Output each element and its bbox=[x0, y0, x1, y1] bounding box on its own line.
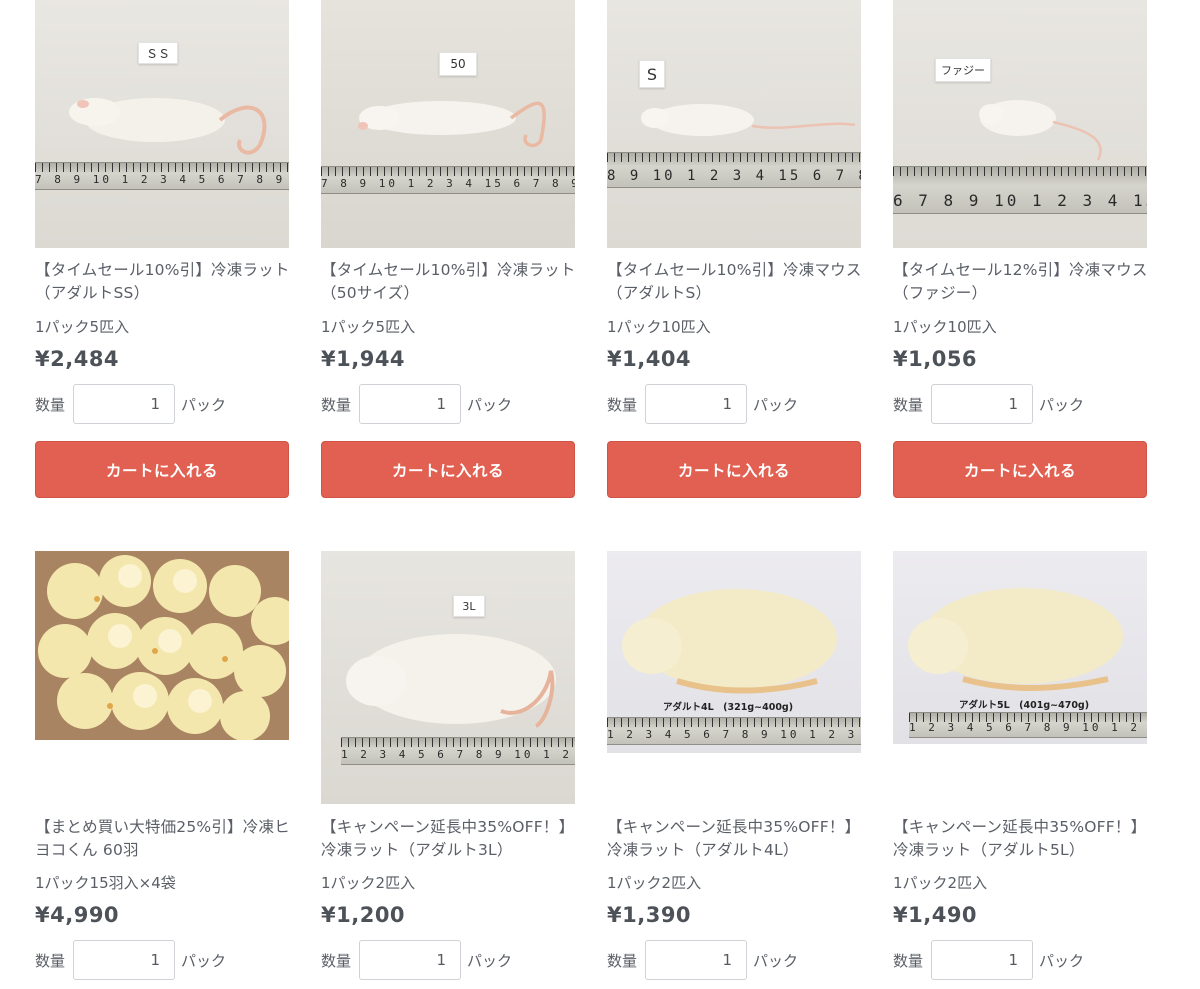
quantity-label: 数量 bbox=[893, 951, 924, 970]
quantity-unit: パック bbox=[467, 951, 513, 970]
quantity-label: 数量 bbox=[321, 395, 352, 414]
measuring-ruler: 7 8 9 10 1 2 3 4 5 6 7 8 9 20 1 2 3 4 25… bbox=[35, 162, 289, 190]
quantity-unit: パック bbox=[181, 951, 227, 970]
quantity-row: 数量 パック bbox=[35, 384, 295, 424]
quantity-unit: パック bbox=[1039, 951, 1085, 970]
quantity-unit: パック bbox=[753, 395, 799, 414]
rat-illustration bbox=[358, 101, 546, 148]
product-image[interactable]: 50 7 8 9 10 1 2 3 4 15 6 7 8 9 20 1 2 3 … bbox=[321, 0, 575, 248]
product-unit: 1パック15羽入×4袋 bbox=[35, 874, 176, 892]
product-title[interactable]: 【キャンペーン延長中35%OFF！】冷凍ラット（アダルト4L） bbox=[607, 816, 869, 862]
quantity-label: 数量 bbox=[35, 951, 66, 970]
product-card: 【まとめ買い大特価25%引】冷凍ヒヨコくん 60羽 1パック15羽入×4袋 ¥4… bbox=[35, 551, 290, 980]
product-price: ¥1,944 bbox=[321, 347, 406, 371]
product-price: ¥1,490 bbox=[893, 903, 978, 927]
product-price: ¥2,484 bbox=[35, 347, 120, 371]
product-card: S 8 9 10 1 2 3 4 15 6 7 8 9 20 1 2 3 4 【… bbox=[607, 0, 861, 498]
product-title[interactable]: 【タイムセール10%引】冷凍ラット（アダルトSS） bbox=[35, 259, 297, 305]
product-unit: 1パック10匹入 bbox=[893, 318, 997, 336]
add-to-cart-button[interactable]: カートに入れる bbox=[893, 441, 1147, 498]
quantity-unit: パック bbox=[753, 951, 799, 970]
quantity-label: 数量 bbox=[607, 951, 638, 970]
product-title[interactable]: 【キャンペーン延長中35%OFF！】冷凍ラット（アダルト3L） bbox=[321, 816, 583, 862]
quantity-unit: パック bbox=[1039, 395, 1085, 414]
product-price: ¥4,990 bbox=[35, 903, 120, 927]
product-image[interactable] bbox=[35, 551, 289, 740]
product-unit: 1パック2匹入 bbox=[321, 874, 416, 892]
quantity-label: 数量 bbox=[35, 395, 66, 414]
quantity-label: 数量 bbox=[893, 395, 924, 414]
product-price: ¥1,200 bbox=[321, 903, 406, 927]
product-title[interactable]: 【タイムセール10%引】冷凍ラット（50サイズ） bbox=[321, 259, 583, 305]
chicks-illustration bbox=[35, 551, 289, 740]
quantity-unit: パック bbox=[181, 395, 227, 414]
product-price: ¥1,390 bbox=[607, 903, 692, 927]
product-card: ＳＳ 7 8 9 10 1 2 3 4 5 6 7 8 9 20 1 2 3 4… bbox=[35, 0, 289, 498]
quantity-input[interactable] bbox=[645, 940, 747, 980]
quantity-unit: パック bbox=[467, 395, 513, 414]
product-price: ¥1,056 bbox=[893, 347, 978, 371]
product-image[interactable]: 3L 1 2 3 4 5 6 7 8 9 10 1 2 3 4 15 6 7 8… bbox=[321, 551, 575, 804]
quantity-input[interactable] bbox=[73, 940, 175, 980]
product-title[interactable]: 【まとめ買い大特価25%引】冷凍ヒヨコくん 60羽 bbox=[35, 816, 297, 862]
measuring-ruler: 1 2 3 4 5 6 7 8 9 10 1 2 3 4 15 6 7 8 9 … bbox=[341, 737, 575, 765]
quantity-input[interactable] bbox=[73, 384, 175, 424]
quantity-input[interactable] bbox=[645, 384, 747, 424]
product-unit: 1パック5匹入 bbox=[35, 318, 130, 336]
product-price: ¥1,404 bbox=[607, 347, 692, 371]
quantity-row: 数量 パック bbox=[607, 384, 867, 424]
quantity-row: 数量 パック bbox=[607, 940, 867, 980]
product-card: 50 7 8 9 10 1 2 3 4 15 6 7 8 9 20 1 2 3 … bbox=[321, 0, 575, 498]
quantity-label: 数量 bbox=[321, 951, 352, 970]
product-image[interactable]: アダルト5L (401g~470g) 1 2 3 4 5 6 7 8 9 10 … bbox=[893, 551, 1147, 744]
measuring-ruler: 8 9 10 1 2 3 4 15 6 7 8 9 20 1 2 3 4 bbox=[607, 152, 861, 188]
quantity-input[interactable] bbox=[359, 384, 461, 424]
quantity-row: 数量 パック bbox=[321, 384, 581, 424]
product-title[interactable]: 【キャンペーン延長中35%OFF！】冷凍ラット（アダルト5L） bbox=[893, 816, 1155, 862]
add-to-cart-button[interactable]: カートに入れる bbox=[607, 441, 861, 498]
product-unit: 1パック2匹入 bbox=[607, 874, 702, 892]
product-unit: 1パック10匹入 bbox=[607, 318, 711, 336]
add-to-cart-button[interactable]: カートに入れる bbox=[35, 441, 289, 498]
mouse-illustration bbox=[641, 104, 856, 136]
product-image[interactable]: アダルト4L (321g~400g) 1 2 3 4 5 6 7 8 9 10 … bbox=[607, 551, 861, 753]
product-image[interactable]: S 8 9 10 1 2 3 4 15 6 7 8 9 20 1 2 3 4 bbox=[607, 0, 861, 248]
product-title[interactable]: 【タイムセール12%引】冷凍マウス（ファジー） bbox=[893, 259, 1155, 305]
product-card: 3L 1 2 3 4 5 6 7 8 9 10 1 2 3 4 15 6 7 8… bbox=[321, 551, 575, 980]
quantity-row: 数量 パック bbox=[893, 384, 1153, 424]
quantity-row: 数量 パック bbox=[35, 940, 295, 980]
quantity-input[interactable] bbox=[931, 384, 1033, 424]
add-to-cart-button[interactable]: カートに入れる bbox=[321, 441, 575, 498]
product-card: アダルト5L (401g~470g) 1 2 3 4 5 6 7 8 9 10 … bbox=[893, 551, 1147, 980]
rat-illustration bbox=[69, 98, 267, 155]
photo-caption: アダルト5L (401g~470g) bbox=[959, 700, 1090, 711]
rat-illustration bbox=[346, 634, 556, 728]
quantity-row: 数量 パック bbox=[893, 940, 1153, 980]
product-title[interactable]: 【タイムセール10%引】冷凍マウス（アダルトS） bbox=[607, 259, 869, 305]
product-card: ファジー 6 7 8 9 10 1 2 3 4 15 6 7 8 9 【タイムセ… bbox=[893, 0, 1147, 498]
product-unit: 1パック5匹入 bbox=[321, 318, 416, 336]
product-image[interactable]: ファジー 6 7 8 9 10 1 2 3 4 15 6 7 8 9 bbox=[893, 0, 1147, 248]
measuring-ruler: 1 2 3 4 5 6 7 8 9 10 1 2 3 4 15 6 7 8 9 … bbox=[909, 712, 1147, 738]
quantity-input[interactable] bbox=[931, 940, 1033, 980]
measuring-ruler: 6 7 8 9 10 1 2 3 4 15 6 7 8 9 bbox=[893, 166, 1147, 214]
product-card: アダルト4L (321g~400g) 1 2 3 4 5 6 7 8 9 10 … bbox=[607, 551, 861, 980]
product-image[interactable]: ＳＳ 7 8 9 10 1 2 3 4 5 6 7 8 9 20 1 2 3 4… bbox=[35, 0, 289, 248]
quantity-label: 数量 bbox=[607, 395, 638, 414]
product-unit: 1パック2匹入 bbox=[893, 874, 988, 892]
measuring-ruler: 7 8 9 10 1 2 3 4 15 6 7 8 9 20 1 2 3 4 2… bbox=[321, 166, 575, 194]
measuring-ruler: 1 2 3 4 5 6 7 8 9 10 1 2 3 4 15 6 7 8 9 … bbox=[607, 717, 861, 745]
quantity-row: 数量 パック bbox=[321, 940, 581, 980]
photo-caption: アダルト4L (321g~400g) bbox=[663, 702, 794, 713]
quantity-input[interactable] bbox=[359, 940, 461, 980]
